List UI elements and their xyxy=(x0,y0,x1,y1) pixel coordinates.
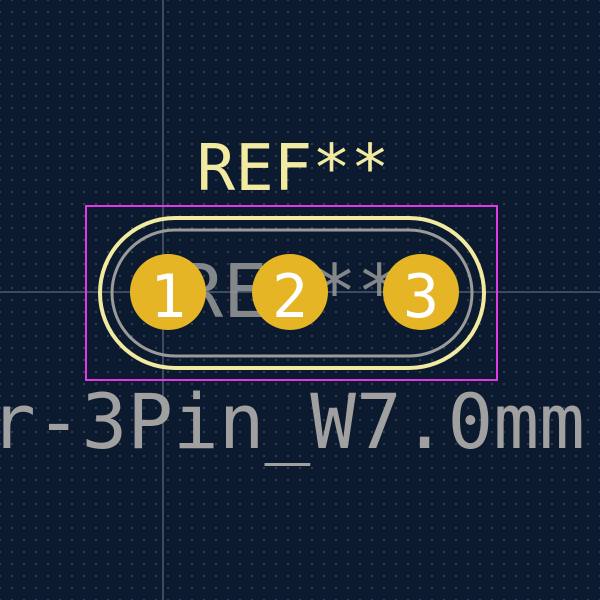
footprint-name-text[interactable]: r-3Pin_W7.0mm xyxy=(0,377,585,466)
pad-number: 2 xyxy=(272,262,308,332)
board-view[interactable]: REF** 1 2 3 REF** r-3Pin_W7.0mm xyxy=(0,0,600,600)
pad-number: 3 xyxy=(403,262,439,332)
pad-number: 1 xyxy=(150,262,186,332)
pcb-editor-canvas[interactable]: REF** 1 2 3 REF** r-3Pin_W7.0mm xyxy=(0,0,600,600)
reference-designator[interactable]: REF** xyxy=(197,132,390,206)
